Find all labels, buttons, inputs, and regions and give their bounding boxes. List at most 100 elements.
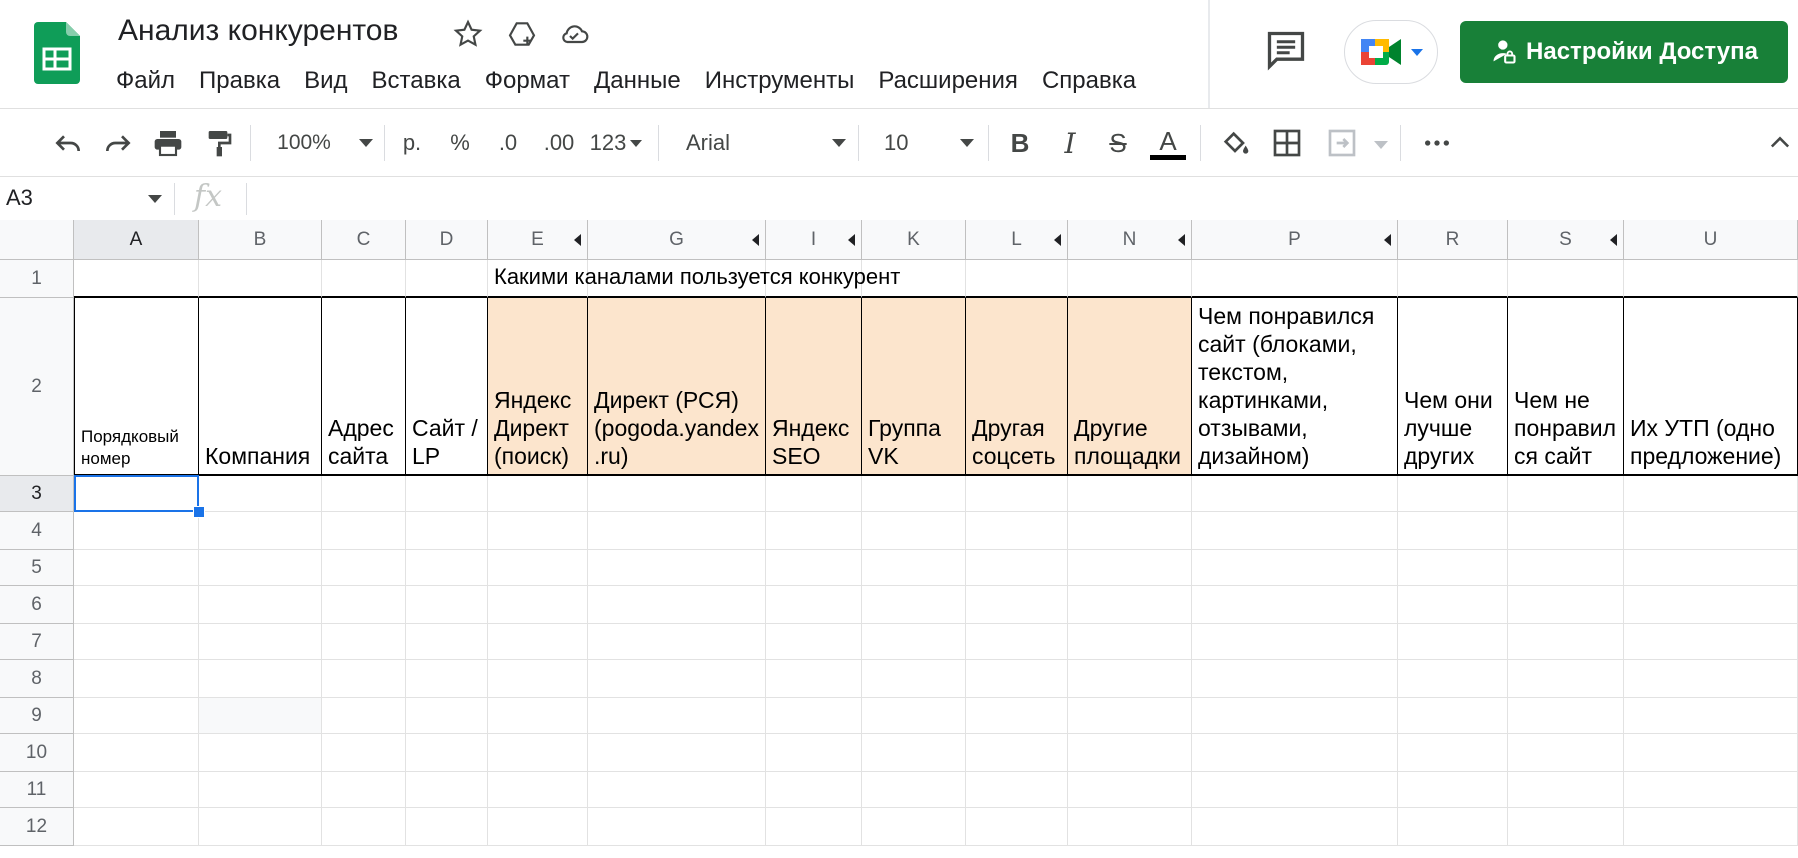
cell-s12[interactable] (1508, 808, 1624, 846)
redo-icon[interactable] (102, 127, 134, 159)
show-hidden-columns-left-arrow-icon[interactable] (574, 234, 581, 246)
cell-b10[interactable] (199, 734, 322, 772)
cell-a12[interactable] (74, 808, 199, 846)
cell-k12[interactable] (862, 808, 966, 846)
italic-button[interactable]: I (1054, 127, 1086, 160)
cell-d1[interactable] (406, 260, 488, 298)
cell-s9[interactable] (1508, 698, 1624, 734)
cell-p5[interactable] (1192, 550, 1398, 586)
cell-l12[interactable] (966, 808, 1068, 846)
cell-c8[interactable] (322, 660, 406, 698)
menu-format[interactable]: Формат (473, 64, 582, 98)
cell-s11[interactable] (1508, 772, 1624, 808)
cell-g5[interactable] (588, 550, 766, 586)
cell-e11[interactable] (488, 772, 588, 808)
menu-file[interactable]: Файл (104, 64, 187, 98)
show-hidden-columns-left-arrow-icon[interactable] (1384, 234, 1391, 246)
cell-b8[interactable] (199, 660, 322, 698)
column-header-g[interactable]: G (588, 220, 766, 260)
column-header-c[interactable]: C (322, 220, 406, 260)
cell-i11[interactable] (766, 772, 862, 808)
cell-d9[interactable] (406, 698, 488, 734)
cell-a9[interactable] (74, 698, 199, 734)
cell-s4[interactable] (1508, 512, 1624, 550)
cell-p3[interactable] (1192, 476, 1398, 512)
cell-l7[interactable] (966, 624, 1068, 660)
collapse-toolbar-icon[interactable] (1766, 127, 1794, 159)
menu-data[interactable]: Данные (582, 64, 693, 98)
header-cell-l[interactable]: Другая соцсеть (966, 298, 1068, 476)
select-all-corner[interactable] (0, 220, 74, 260)
cell-l5[interactable] (966, 550, 1068, 586)
cell-k5[interactable] (862, 550, 966, 586)
cell-r5[interactable] (1398, 550, 1508, 586)
more-options-icon[interactable] (1420, 127, 1454, 159)
header-cell-n[interactable]: Другие площадки (1068, 298, 1192, 476)
cell-b7[interactable] (199, 624, 322, 660)
currency-format-button[interactable]: р. (396, 127, 428, 159)
column-header-b[interactable]: B (199, 220, 322, 260)
header-cell-s[interactable]: Чем не понравился сайт (1508, 298, 1624, 476)
chevron-down-icon[interactable] (1374, 141, 1388, 149)
header-cell-i[interactable]: Яндекс SEO (766, 298, 862, 476)
cell-r3[interactable] (1398, 476, 1508, 512)
cell-c10[interactable] (322, 734, 406, 772)
cell-s5[interactable] (1508, 550, 1624, 586)
bold-button[interactable]: B (1004, 127, 1036, 159)
cell-g11[interactable] (588, 772, 766, 808)
cell-e6[interactable] (488, 586, 588, 624)
cell-i12[interactable] (766, 808, 862, 846)
cell-g9[interactable] (588, 698, 766, 734)
cell-n9[interactable] (1068, 698, 1192, 734)
cell-b12[interactable] (199, 808, 322, 846)
cell-d12[interactable] (406, 808, 488, 846)
cell-a10[interactable] (74, 734, 199, 772)
cell-n6[interactable] (1068, 586, 1192, 624)
cell-e4[interactable] (488, 512, 588, 550)
fill-color-icon[interactable] (1218, 127, 1252, 159)
cell-b5[interactable] (199, 550, 322, 586)
cell-r10[interactable] (1398, 734, 1508, 772)
cell-k10[interactable] (862, 734, 966, 772)
cell-r12[interactable] (1398, 808, 1508, 846)
show-hidden-columns-left-arrow-icon[interactable] (1054, 234, 1061, 246)
star-icon[interactable] (452, 18, 484, 50)
cell-u10[interactable] (1624, 734, 1798, 772)
cell-i4[interactable] (766, 512, 862, 550)
decrease-decimal-button[interactable]: .0 (490, 127, 526, 159)
share-button[interactable]: Настройки Доступа (1460, 21, 1788, 83)
cell-e12[interactable] (488, 808, 588, 846)
sheets-logo-icon[interactable] (34, 22, 80, 84)
column-header-p[interactable]: P (1192, 220, 1398, 260)
row-header-4[interactable]: 4 (0, 512, 74, 550)
cell-n5[interactable] (1068, 550, 1192, 586)
cell-l6[interactable] (966, 586, 1068, 624)
menu-view[interactable]: Вид (292, 64, 359, 98)
cell-u7[interactable] (1624, 624, 1798, 660)
cell-s3[interactable] (1508, 476, 1624, 512)
column-header-d[interactable]: D (406, 220, 488, 260)
row-header-5[interactable]: 5 (0, 550, 74, 586)
cell-p4[interactable] (1192, 512, 1398, 550)
zoom-select[interactable]: 100% (270, 127, 380, 159)
cell-c5[interactable] (322, 550, 406, 586)
cell-b9[interactable] (199, 698, 322, 734)
column-header-s[interactable]: S (1508, 220, 1624, 260)
cell-b3[interactable] (199, 476, 322, 512)
cell-s6[interactable] (1508, 586, 1624, 624)
cell-u9[interactable] (1624, 698, 1798, 734)
cell-k4[interactable] (862, 512, 966, 550)
cell-n11[interactable] (1068, 772, 1192, 808)
cell-l10[interactable] (966, 734, 1068, 772)
cell-a1[interactable] (74, 260, 199, 298)
cell-b6[interactable] (199, 586, 322, 624)
column-header-a[interactable]: A (74, 220, 199, 260)
cell-c7[interactable] (322, 624, 406, 660)
cell-s8[interactable] (1508, 660, 1624, 698)
show-hidden-columns-left-arrow-icon[interactable] (1178, 234, 1185, 246)
cell-u8[interactable] (1624, 660, 1798, 698)
merge-cells-icon[interactable] (1324, 127, 1360, 159)
cell-d8[interactable] (406, 660, 488, 698)
cell-s10[interactable] (1508, 734, 1624, 772)
show-hidden-columns-left-arrow-icon[interactable] (848, 234, 855, 246)
